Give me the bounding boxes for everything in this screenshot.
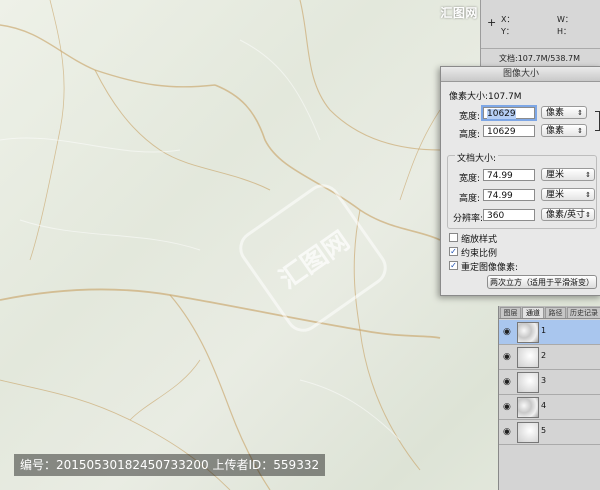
visibility-eye-icon[interactable]: ◉ — [503, 327, 513, 337]
resolution-input[interactable]: 360 — [483, 209, 535, 221]
select-arrow-icon: ⇕ — [585, 191, 591, 199]
channel-row[interactable]: ◉ 4 — [499, 395, 600, 420]
select-arrow-icon: ⇕ — [585, 171, 591, 179]
resample-method-select[interactable]: 两次立方（适用于平滑渐变） — [487, 275, 597, 289]
pixel-width-input[interactable]: 10629 — [481, 105, 537, 121]
pixel-width-label: 宽度: — [459, 112, 481, 122]
x-coordinate-label: X： — [501, 15, 515, 24]
resample-image-checkbox[interactable]: ✓ — [449, 261, 458, 270]
constrain-proportions-label: 约束比例 — [461, 249, 498, 259]
tab-channels[interactable]: 通道 — [522, 307, 544, 318]
constrain-proportions-checkbox[interactable]: ✓ — [449, 247, 458, 256]
channel-thumbnail — [517, 422, 539, 443]
pixel-dimensions-heading: 像素大小:107.7M — [449, 92, 522, 102]
doc-height-label: 高度: — [459, 194, 481, 204]
channel-row[interactable]: ◉ 2 — [499, 345, 600, 370]
dialog-title: 图像大小 — [441, 67, 600, 82]
channel-label: 3 — [541, 376, 547, 385]
doc-width-input[interactable]: 74.99 — [483, 169, 535, 181]
channel-row[interactable]: ◉ 1 — [499, 320, 600, 345]
select-arrow-icon: ⇕ — [585, 211, 591, 219]
select-arrow-icon: ⇕ — [577, 127, 583, 135]
channel-label: 5 — [541, 426, 547, 435]
crosshair-icon: + — [487, 16, 497, 29]
channel-thumbnail — [517, 397, 539, 418]
visibility-eye-icon[interactable]: ◉ — [503, 427, 513, 437]
pixel-height-unit-select[interactable]: 像素 ⇕ — [541, 124, 587, 137]
doc-height-unit-select[interactable]: 厘米 ⇕ — [541, 188, 595, 201]
channel-label: 1 — [541, 326, 547, 335]
document-size-readout: 文档:107.7M/538.7M — [499, 54, 580, 63]
h-coordinate-label: H： — [557, 27, 572, 36]
channel-row[interactable]: ◉ 5 — [499, 420, 600, 445]
channel-thumbnail — [517, 322, 539, 343]
info-panel: + X： Y： W： H： 文档:107.7M/538.7M — [480, 0, 600, 66]
pixel-height-label: 高度: — [459, 130, 481, 140]
doc-height-input[interactable]: 74.99 — [483, 189, 535, 201]
visibility-eye-icon[interactable]: ◉ — [503, 352, 513, 362]
w-coordinate-label: W： — [557, 15, 573, 24]
pixel-width-unit-select[interactable]: 像素 ⇕ — [541, 106, 587, 119]
tab-layers[interactable]: 图层 — [500, 307, 521, 318]
channel-label: 2 — [541, 351, 547, 360]
doc-width-unit-select[interactable]: 厘米 ⇕ — [541, 168, 595, 181]
visibility-eye-icon[interactable]: ◉ — [503, 377, 513, 387]
tab-paths[interactable]: 路径 — [545, 307, 566, 318]
scale-styles-label: 缩放样式 — [461, 235, 498, 245]
image-caption: 编号：20150530182450733200 上传者ID：559332 — [14, 454, 326, 476]
pixel-height-input[interactable]: 10629 — [483, 125, 535, 137]
image-size-dialog: 图像大小 像素大小:107.7M 宽度: 10629 像素 ⇕ 高度: 10629… — [440, 66, 600, 296]
channels-panel: 图层 通道 路径 历史记录 ◉ 1 ◉ 2 ◉ 3 ◉ 4 ◉ 5 — [498, 306, 600, 490]
channel-row[interactable]: ◉ 3 — [499, 370, 600, 395]
channel-thumbnail — [517, 347, 539, 368]
channel-label: 4 — [541, 401, 547, 410]
channel-thumbnail — [517, 372, 539, 393]
resolution-unit-select[interactable]: 像素/英寸 ⇕ — [541, 208, 595, 221]
doc-width-label: 宽度: — [459, 174, 481, 184]
visibility-eye-icon[interactable]: ◉ — [503, 402, 513, 412]
resolution-label: 分辨率: — [453, 214, 484, 224]
constrain-link-bracket-icon — [595, 111, 600, 131]
info-divider — [481, 48, 600, 49]
tab-history[interactable]: 历史记录 — [567, 307, 600, 318]
select-arrow-icon: ⇕ — [577, 109, 583, 117]
document-size-heading: 文档大小: — [455, 151, 499, 164]
y-coordinate-label: Y： — [501, 27, 514, 36]
resample-image-label: 重定图像像素: — [461, 263, 519, 273]
scale-styles-checkbox[interactable] — [449, 233, 458, 242]
panel-tab-bar: 图层 通道 路径 历史记录 — [499, 306, 600, 319]
